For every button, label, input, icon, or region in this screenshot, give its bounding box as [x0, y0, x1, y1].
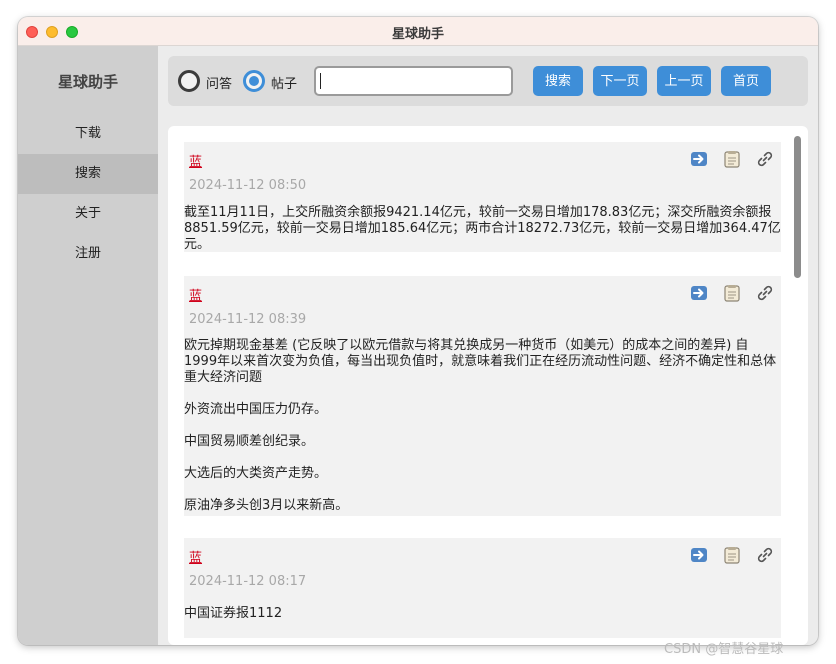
post-card: 蓝 2024-11-12 08:50 截至11月11日，上交所融资余额报9421… [184, 142, 781, 252]
search-toolbar: 问答 帖子 搜索 下一页 上一页 首页 [168, 56, 808, 106]
post-content: 欧元掉期现金基差 (它反映了以欧元借款与将其兑换成另一种货币（如美元）的成本之间… [184, 338, 781, 514]
app-window: 星球助手 星球助手 下载 搜索 关于 注册 问答 帖子 搜索 下一页 上一页 首… [18, 17, 818, 645]
arrow-right-icon[interactable] [690, 546, 708, 564]
arrow-right-icon[interactable] [690, 284, 708, 302]
post-paragraph: 截至11月11日，上交所融资余额报9421.14亿元，较前一交易日增加178.8… [184, 205, 781, 252]
sidebar: 星球助手 下载 搜索 关于 注册 [18, 46, 158, 645]
next-page-button[interactable]: 下一页 [593, 66, 647, 96]
link-icon[interactable] [756, 150, 774, 168]
post-author-link[interactable]: 蓝 [189, 285, 202, 304]
title-bar: 星球助手 [18, 17, 818, 46]
post-content: 中国证券报1112 [184, 606, 781, 622]
main-area: 问答 帖子 搜索 下一页 上一页 首页 蓝 2024-11-12 08:50 截… [158, 46, 818, 645]
search-input[interactable] [314, 66, 513, 96]
link-icon[interactable] [756, 546, 774, 564]
prev-page-button[interactable]: 上一页 [657, 66, 711, 96]
post-author-link[interactable]: 蓝 [189, 151, 202, 170]
post-paragraph: 外资流出中国压力仍存。 [184, 402, 328, 417]
post-paragraph: 中国证券报1112 [184, 606, 283, 621]
watermark: CSDN @智慧谷星球 [664, 642, 784, 657]
link-icon[interactable] [756, 284, 774, 302]
search-button[interactable]: 搜索 [533, 66, 583, 96]
radio-qa-label[interactable]: 问答 [206, 73, 232, 92]
post-content: 截至11月11日，上交所融资余额报9421.14亿元，较前一交易日增加178.8… [184, 205, 781, 253]
home-page-button[interactable]: 首页 [721, 66, 771, 96]
post-card: 蓝 2024-11-12 08:39 欧元掉期现金基差 (它反映了以欧元借款与将… [184, 276, 781, 516]
sidebar-app-name: 星球助手 [57, 73, 118, 91]
text-caret [320, 73, 321, 89]
clipboard-icon[interactable] [723, 284, 741, 302]
post-timestamp: 2024-11-12 08:39 [189, 312, 307, 327]
radio-posts-label[interactable]: 帖子 [271, 73, 297, 92]
radio-posts[interactable] [243, 70, 265, 92]
clipboard-icon[interactable] [723, 150, 741, 168]
arrow-right-icon[interactable] [690, 150, 708, 168]
sidebar-item-about[interactable]: 关于 [18, 194, 158, 234]
post-list[interactable]: 蓝 2024-11-12 08:50 截至11月11日，上交所融资余额报9421… [168, 126, 808, 645]
post-timestamp: 2024-11-12 08:50 [189, 178, 307, 193]
window-title: 星球助手 [391, 27, 444, 42]
sidebar-item-download[interactable]: 下载 [18, 114, 158, 154]
post-paragraph: 中国贸易顺差创纪录。 [184, 434, 315, 449]
sidebar-item-register[interactable]: 注册 [18, 234, 158, 274]
post-paragraph: 大选后的大类资产走势。 [184, 466, 328, 481]
post-paragraph: 原油净多头创3月以来新高。 [184, 498, 349, 513]
post-card: 蓝 2024-11-12 08:17 中国证券报1112 [184, 538, 781, 638]
post-timestamp: 2024-11-12 08:17 [189, 574, 307, 589]
radio-selected-dot [249, 76, 259, 86]
scrollbar-thumb[interactable] [794, 136, 801, 278]
clipboard-icon[interactable] [723, 546, 741, 564]
sidebar-item-search[interactable]: 搜索 [18, 154, 158, 194]
radio-qa[interactable] [178, 70, 200, 92]
post-author-link[interactable]: 蓝 [189, 547, 202, 566]
post-paragraph: 欧元掉期现金基差 (它反映了以欧元借款与将其兑换成另一种货币（如美元）的成本之间… [184, 338, 777, 385]
